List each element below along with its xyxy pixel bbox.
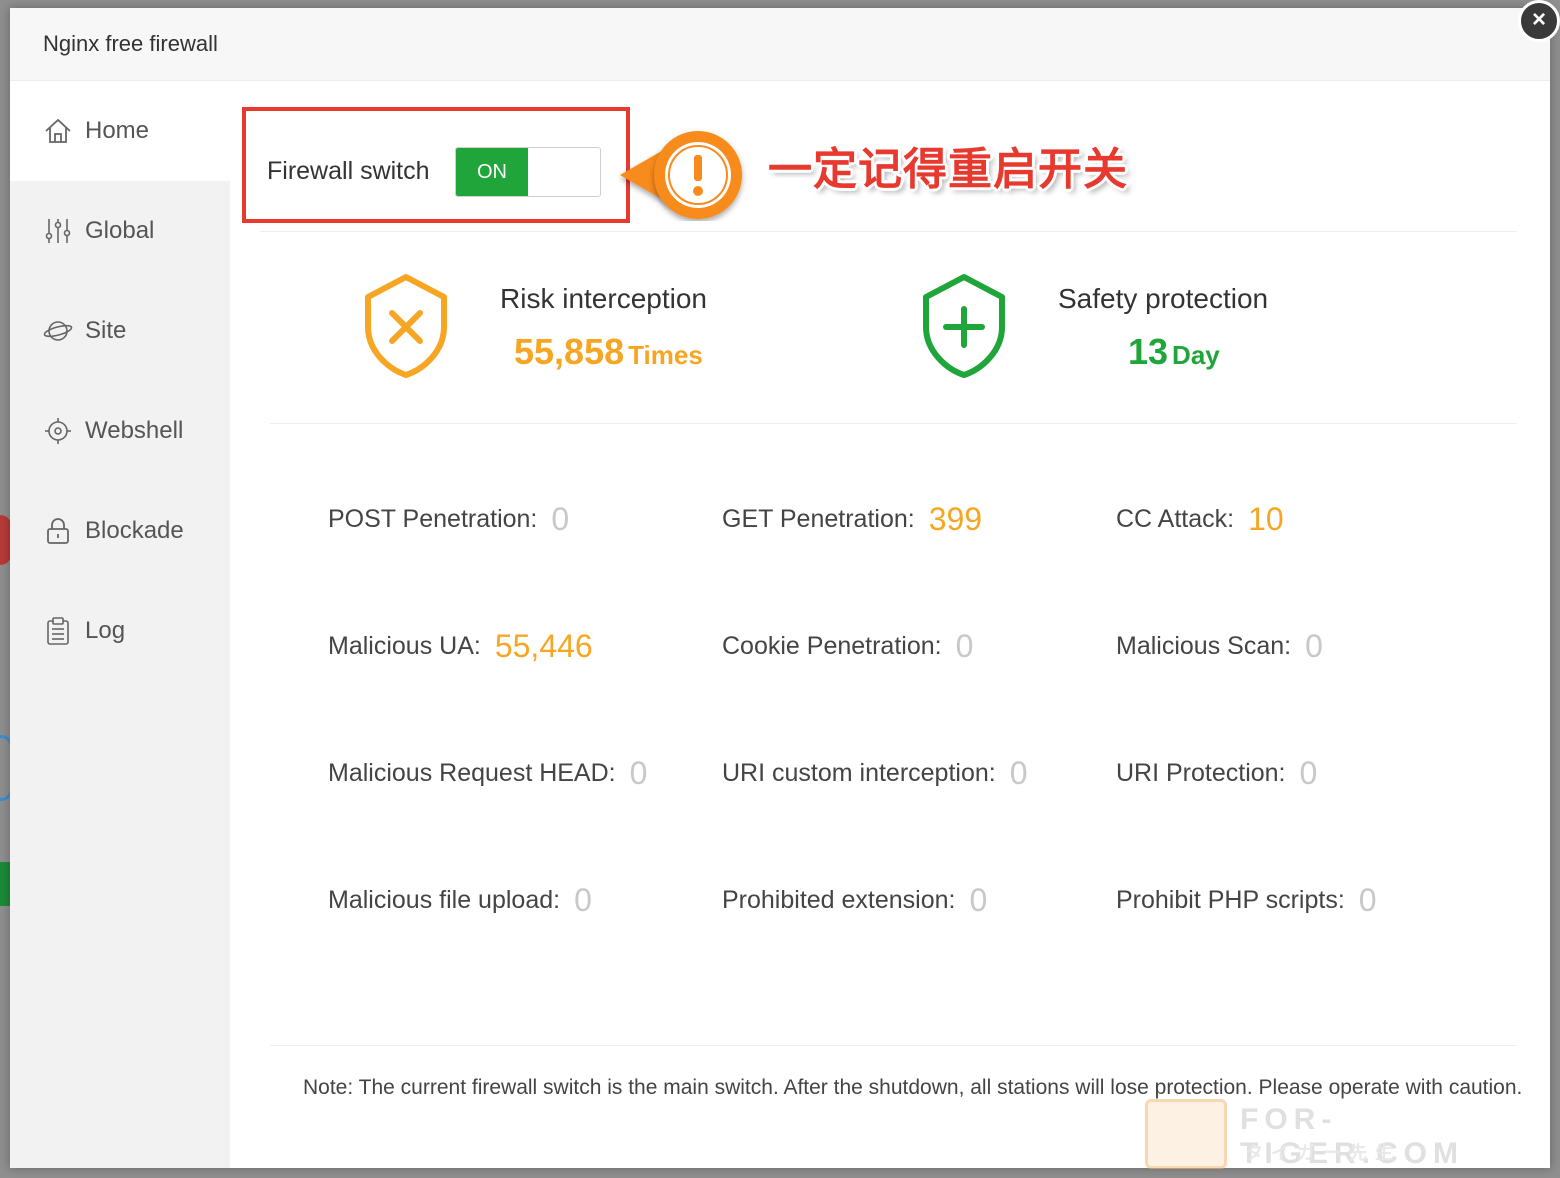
attack-stat: POST Penetration: 0	[328, 501, 569, 538]
sidebar-item-webshell[interactable]: Webshell	[10, 381, 230, 481]
attack-label: URI custom interception:	[722, 759, 996, 787]
firewall-switch-label: Firewall switch	[267, 157, 430, 185]
risk-interception-stat: Risk interception 55,858 Times	[358, 271, 707, 381]
close-button[interactable]: ×	[1518, 0, 1560, 42]
lock-icon	[47, 518, 69, 544]
safety-title: Safety protection	[1058, 283, 1269, 314]
attack-label: Cookie Penetration:	[722, 632, 942, 660]
watermark-logo	[1145, 1099, 1227, 1169]
annotation-text: 一定记得重启开关	[768, 145, 1128, 194]
sidebar-item-site[interactable]: Site	[10, 281, 230, 381]
sidebar-item-blockade[interactable]: Blockade	[10, 481, 230, 581]
attack-label: URI Protection:	[1116, 759, 1286, 787]
attack-stat: Malicious UA: 55,446	[328, 628, 593, 665]
attack-count: 10	[1248, 501, 1284, 537]
sidebar-item-label: Blockade	[85, 517, 184, 544]
shield-x-icon	[365, 274, 447, 378]
attack-stat: URI Protection: 0	[1116, 755, 1317, 792]
watermark-subtext: タイガー先生	[1245, 1143, 1401, 1163]
sliders-icon	[45, 219, 71, 243]
safety-value: 13	[1128, 331, 1169, 372]
sidebar-item-global[interactable]: Global	[10, 181, 230, 281]
attack-stat: CC Attack: 10	[1116, 501, 1284, 538]
clipboard-icon	[47, 617, 69, 645]
attack-stat: Malicious file upload: 0	[328, 882, 592, 919]
note-area: Note: The current firewall switch is the…	[270, 1045, 1522, 1099]
sidebar-item-label: Home	[85, 117, 150, 144]
dialog-header: Nginx free firewall	[10, 8, 1550, 81]
attack-count: 0	[629, 755, 648, 791]
sidebar-item-label: Log	[85, 617, 126, 644]
attack-label: Malicious UA:	[328, 632, 481, 660]
risk-title: Risk interception	[500, 283, 707, 314]
firewall-toggle[interactable]: ON	[455, 147, 601, 197]
firewall-switch-row: Firewall switch ON 一定记得重启开关	[242, 81, 1517, 232]
attack-stat: Malicious Scan: 0	[1116, 628, 1323, 665]
risk-value: 55,858	[514, 331, 625, 372]
watermark: FOR-TIGER.COM タイガー先生	[1145, 1093, 1555, 1170]
target-icon	[45, 418, 71, 444]
attack-label: CC Attack:	[1116, 505, 1235, 533]
stats-row: Risk interception 55,858 Times Safety pro…	[270, 231, 1517, 424]
warning-icon	[620, 131, 742, 219]
attack-label: Prohibit PHP scripts:	[1116, 886, 1345, 914]
main-content: Firewall switch ON 一定记得重启开关 Risk interce…	[242, 81, 1522, 1168]
sidebar-item-label: Webshell	[85, 417, 184, 444]
sidebar-item-log[interactable]: Log	[10, 581, 230, 681]
attack-label: Malicious Scan:	[1116, 632, 1292, 660]
attack-count: 0	[1358, 882, 1377, 918]
attack-stat: GET Penetration: 399	[722, 501, 982, 538]
planet-icon	[43, 321, 73, 341]
sidebar-item-home[interactable]: Home	[10, 81, 230, 181]
attack-label: Malicious Request HEAD:	[328, 759, 616, 787]
attack-count: 0	[1305, 628, 1323, 664]
attack-count: 0	[1009, 755, 1028, 791]
safety-unit: Day	[1172, 340, 1220, 370]
attack-stat: Cookie Penetration: 0	[722, 628, 973, 665]
attack-count: 0	[955, 628, 974, 664]
attack-count: 399	[928, 501, 983, 537]
shield-plus-icon	[923, 274, 1005, 378]
sidebar: Home Global Site Webshell Blockade Log	[10, 81, 230, 1168]
safety-protection-stat: Safety protection 13 Day	[916, 271, 1268, 381]
attack-label: POST Penetration:	[328, 505, 538, 533]
attack-count: 0	[574, 882, 592, 918]
home-icon	[45, 118, 71, 143]
dialog-title: Nginx free firewall	[43, 31, 218, 56]
toggle-on-state: ON	[456, 148, 528, 196]
attack-label: Malicious file upload:	[328, 886, 561, 914]
sidebar-item-label: Site	[85, 317, 127, 344]
firewall-dialog: Nginx free firewall × Home Global Site W…	[10, 0, 1560, 1168]
attack-count: 0	[1299, 755, 1318, 791]
attack-count: 55,446	[494, 628, 593, 664]
risk-unit: Times	[628, 340, 703, 370]
attack-count: 0	[969, 882, 988, 918]
attack-stat: Malicious Request HEAD: 0	[328, 755, 647, 792]
attack-stat: Prohibit PHP scripts: 0	[1116, 882, 1377, 919]
attack-label: GET Penetration:	[722, 505, 915, 533]
attack-label: Prohibited extension:	[722, 886, 956, 914]
attack-stat: URI custom interception: 0	[722, 755, 1028, 792]
attack-stat: Prohibited extension: 0	[722, 882, 987, 919]
sidebar-item-label: Global	[85, 217, 155, 244]
attack-count: 0	[551, 501, 570, 537]
